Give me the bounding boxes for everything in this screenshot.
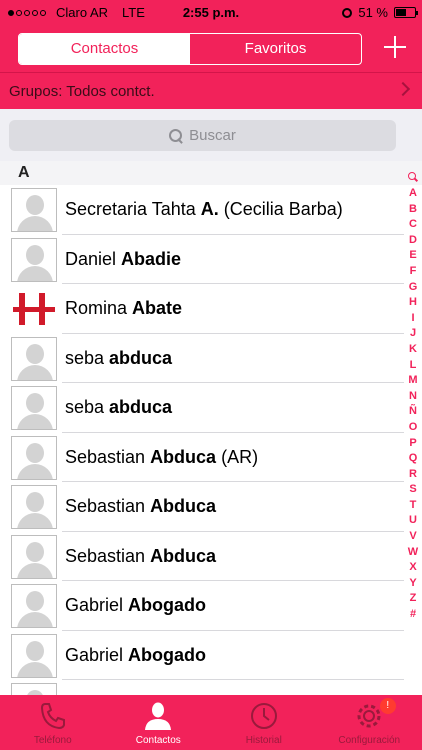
index-letter[interactable]: W bbox=[408, 545, 418, 561]
index-letter[interactable]: R bbox=[409, 467, 417, 483]
contact-row[interactable]: Romina Abate bbox=[0, 284, 404, 334]
plus-icon[interactable] bbox=[382, 34, 408, 60]
alarm-icon bbox=[342, 7, 353, 18]
search-area: Buscar bbox=[0, 109, 422, 161]
battery-icon bbox=[394, 7, 418, 18]
clock-icon bbox=[248, 701, 280, 731]
index-letter[interactable]: S bbox=[409, 482, 416, 498]
index-letter[interactable]: Q bbox=[409, 451, 418, 467]
status-right: 51 % bbox=[342, 5, 418, 20]
avatar-placeholder-icon bbox=[11, 336, 57, 381]
index-letter[interactable]: X bbox=[409, 560, 416, 576]
index-letter[interactable]: V bbox=[409, 529, 416, 545]
tab-contactos[interactable]: Contactos bbox=[19, 34, 190, 64]
contact-row[interactable]: Sebastian Abduca bbox=[0, 532, 404, 581]
tab-label: Teléfono bbox=[33, 735, 72, 746]
index-letter[interactable]: M bbox=[408, 373, 417, 389]
avatar-placeholder-icon bbox=[11, 534, 57, 579]
index-letter[interactable]: # bbox=[410, 607, 416, 623]
contact-row[interactable]: seba abduca bbox=[0, 334, 404, 383]
search-input[interactable]: Buscar bbox=[9, 120, 396, 151]
contact-list: Secretaria Tahta A. (Cecilia Barba) Danie… bbox=[0, 185, 404, 695]
index-letter[interactable]: C bbox=[409, 217, 417, 233]
index-letter[interactable]: T bbox=[410, 498, 417, 514]
index-letter[interactable]: N bbox=[409, 389, 417, 405]
index-letter[interactable]: Z bbox=[410, 591, 417, 607]
index-letter[interactable]: D bbox=[409, 233, 417, 249]
index-letter[interactable]: I bbox=[411, 311, 414, 327]
index-letter[interactable]: L bbox=[410, 358, 417, 374]
tab-gear[interactable]: ! Configuración bbox=[317, 695, 422, 750]
contact-row[interactable]: seba abduca bbox=[0, 383, 404, 433]
index-letter[interactable]: A bbox=[409, 186, 417, 202]
contact-name: Secretaria Tahta A. (Cecilia Barba) bbox=[65, 199, 343, 219]
groups-label: Grupos: Todos contct. bbox=[9, 83, 155, 100]
chevron-right-icon bbox=[395, 81, 411, 97]
contact-row[interactable]: Sebastian Abduca (AR) bbox=[0, 433, 404, 482]
avatar-placeholder-icon bbox=[11, 683, 57, 695]
tab-label: Configuración bbox=[338, 735, 401, 746]
avatar-placeholder-icon bbox=[11, 584, 57, 628]
segmented-control: Contactos Favoritos bbox=[18, 33, 362, 65]
contact-row[interactable]: Secretaria Tahta A. (Cecilia Barba) bbox=[0, 185, 404, 235]
contact-row[interactable] bbox=[0, 680, 404, 695]
index-letter[interactable]: K bbox=[409, 342, 417, 358]
contact-name: Sebastian Abduca bbox=[65, 496, 217, 516]
search-placeholder: Buscar bbox=[189, 127, 236, 144]
contact-row[interactable]: Gabriel Abogado bbox=[0, 581, 404, 631]
section-header: A bbox=[0, 161, 422, 185]
phone-icon bbox=[37, 701, 69, 731]
section-letter: A bbox=[18, 164, 30, 181]
avatar-placeholder-icon bbox=[11, 188, 57, 232]
avatar-placeholder-icon bbox=[11, 633, 57, 678]
index-letter[interactable]: Ñ bbox=[409, 404, 417, 420]
index-letter[interactable]: B bbox=[409, 202, 417, 218]
tab-label: Contactos bbox=[135, 735, 181, 746]
alphabet-index[interactable]: A B C D E F G H I J K L M N Ñ O P Q R S T U V W X Y Z # bbox=[404, 172, 422, 623]
contact-name: Daniel Abadie bbox=[65, 248, 182, 269]
index-letter[interactable]: H bbox=[409, 295, 417, 311]
index-letter[interactable]: Y bbox=[409, 576, 416, 592]
index-letter[interactable]: F bbox=[410, 264, 417, 280]
tab-person[interactable]: Contactos bbox=[106, 695, 212, 750]
index-letter[interactable]: G bbox=[409, 280, 418, 296]
contact-row[interactable]: Gabriel Abogado bbox=[0, 631, 404, 680]
tab-phone[interactable]: Teléfono bbox=[0, 695, 106, 750]
index-letter[interactable]: J bbox=[410, 326, 416, 342]
index-letter[interactable]: P bbox=[409, 436, 416, 452]
battery-percent: 51 % bbox=[358, 5, 388, 20]
avatar-placeholder-icon bbox=[11, 237, 57, 282]
contact-name: Sebastian Abduca bbox=[65, 545, 217, 566]
contact-row[interactable]: Sebastian Abduca bbox=[0, 482, 404, 532]
contact-name: Sebastian Abduca (AR) bbox=[65, 446, 259, 467]
avatar-placeholder-icon bbox=[11, 485, 57, 529]
avatar-placeholder-icon bbox=[11, 435, 57, 480]
index-letter[interactable]: E bbox=[409, 248, 416, 264]
contact-name: seba abduca bbox=[65, 397, 173, 417]
avatar-placeholder-icon bbox=[11, 386, 57, 430]
contact-row[interactable]: Daniel Abadie bbox=[0, 235, 404, 284]
person-icon bbox=[142, 701, 174, 731]
contact-name: Gabriel Abogado bbox=[65, 644, 207, 665]
tab-bar: Teléfono Contactos Historial! Configuración bbox=[0, 695, 422, 750]
tab-label: Historial bbox=[245, 735, 282, 746]
contact-name: seba abduca bbox=[65, 347, 173, 368]
contact-name: Romina Abate bbox=[65, 298, 183, 318]
index-letter[interactable]: U bbox=[409, 513, 417, 529]
notification-badge: ! bbox=[379, 698, 396, 714]
index-search-icon[interactable] bbox=[408, 172, 418, 182]
search-icon bbox=[169, 128, 183, 143]
contact-photo bbox=[11, 287, 57, 331]
groups-selector[interactable]: Grupos: Todos contct. bbox=[0, 72, 422, 109]
status-bar: Claro AR LTE 2:55 p.m. 51 % bbox=[0, 0, 422, 24]
tab-favoritos[interactable]: Favoritos bbox=[190, 34, 361, 64]
contact-name: Gabriel Abogado bbox=[65, 595, 207, 615]
tab-clock[interactable]: Historial bbox=[211, 695, 317, 750]
index-letter[interactable]: O bbox=[409, 420, 418, 436]
